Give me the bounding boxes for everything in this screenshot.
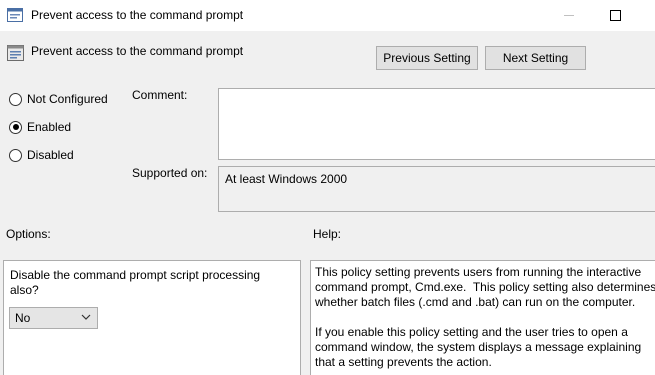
previous-setting-button[interactable]: Previous Setting (376, 46, 478, 70)
supported-on-label: Supported on: (132, 166, 208, 180)
minimize-icon (564, 15, 574, 16)
help-paragraph: This policy setting prevents users from … (315, 265, 655, 309)
help-label: Help: (313, 227, 342, 241)
supported-on-field: At least Windows 2000 (218, 166, 655, 212)
policy-settings-icon (7, 8, 23, 22)
maximize-icon (609, 10, 621, 21)
policy-setting-icon (7, 45, 24, 61)
radio-not-configured[interactable]: Not Configured (9, 92, 108, 106)
help-paragraph: If you enable this policy setting and th… (315, 325, 642, 369)
script-processing-question: Disable the command prompt script proces… (10, 268, 261, 297)
window-title: Prevent access to the command prompt (31, 8, 244, 22)
comment-textarea[interactable] (218, 88, 655, 160)
comment-label: Comment: (132, 88, 188, 102)
select-value: No (15, 311, 31, 325)
radio-label: Not Configured (27, 92, 108, 106)
options-label: Options: (6, 227, 51, 241)
options-panel: Disable the command prompt script proces… (3, 260, 301, 375)
radio-button[interactable] (9, 120, 22, 134)
policy-header-title: Prevent access to the command prompt (31, 44, 244, 58)
radio-button[interactable] (9, 148, 22, 162)
next-setting-button[interactable]: Next Setting (485, 46, 586, 70)
chevron-down-icon (81, 314, 91, 320)
minimize-button[interactable] (546, 0, 592, 31)
supported-on-value: At least Windows 2000 (225, 172, 348, 186)
radio-label: Disabled (27, 148, 74, 162)
radio-enabled[interactable]: Enabled (9, 120, 71, 134)
radio-label: Enabled (27, 120, 72, 134)
radio-disabled[interactable]: Disabled (9, 148, 74, 162)
radio-button[interactable] (9, 92, 22, 106)
help-panel: This policy setting prevents users from … (310, 260, 655, 375)
script-processing-select[interactable]: No (9, 307, 98, 329)
maximize-button[interactable] (592, 0, 638, 31)
